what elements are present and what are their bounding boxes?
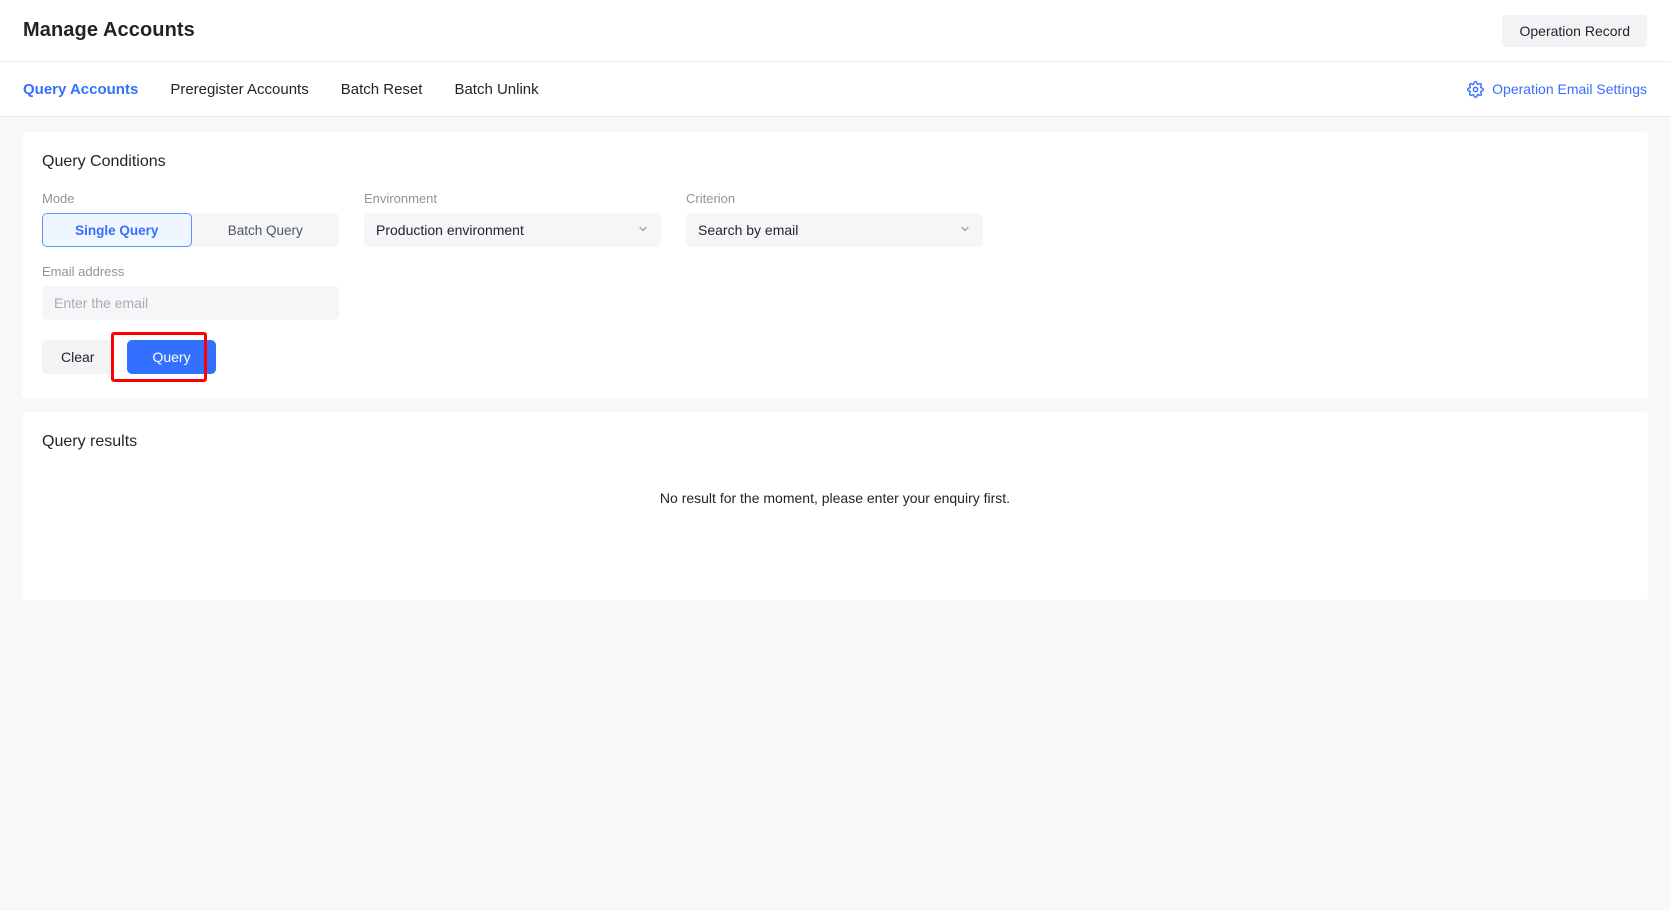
clear-button[interactable]: Clear (42, 340, 113, 374)
environment-select[interactable]: Production environment (364, 213, 661, 247)
environment-label: Environment (364, 192, 661, 205)
environment-field: Environment Production environment (364, 192, 661, 247)
tab-bar: Query Accounts Preregister Accounts Batc… (0, 62, 1670, 117)
email-address-input[interactable] (42, 286, 339, 320)
environment-selected-value: Production environment (376, 222, 524, 238)
page-body: Query Conditions Mode Single Query Batch… (0, 117, 1670, 600)
criterion-selected-value: Search by email (698, 222, 798, 238)
query-results-empty-message: No result for the moment, please enter y… (42, 490, 1628, 506)
tab-list: Query Accounts Preregister Accounts Batc… (23, 82, 555, 97)
criterion-label: Criterion (686, 192, 983, 205)
operation-email-settings-link[interactable]: Operation Email Settings (1467, 81, 1647, 98)
gear-icon (1467, 81, 1484, 98)
page-title: Manage Accounts (23, 19, 195, 42)
mode-segmented-control: Single Query Batch Query (42, 213, 339, 247)
mode-option-batch-query[interactable]: Batch Query (192, 213, 340, 247)
criterion-field: Criterion Search by email (686, 192, 983, 247)
tab-query-accounts[interactable]: Query Accounts (23, 82, 154, 97)
query-button[interactable]: Query (127, 340, 215, 374)
email-address-field: Email address (42, 265, 1628, 320)
mode-field: Mode Single Query Batch Query (42, 192, 339, 247)
mode-option-single-query[interactable]: Single Query (42, 213, 192, 247)
tab-preregister-accounts[interactable]: Preregister Accounts (154, 82, 324, 97)
query-conditions-card: Query Conditions Mode Single Query Batch… (22, 132, 1648, 398)
query-results-title: Query results (42, 434, 1628, 450)
chevron-down-icon (959, 222, 971, 238)
criterion-select[interactable]: Search by email (686, 213, 983, 247)
app-header: Manage Accounts Operation Record (0, 0, 1670, 62)
chevron-down-icon (637, 222, 649, 238)
mode-label: Mode (42, 192, 339, 205)
query-results-card: Query results No result for the moment, … (22, 412, 1648, 600)
operation-record-button[interactable]: Operation Record (1502, 15, 1647, 47)
query-actions: Clear Query (42, 340, 1628, 374)
tab-batch-unlink[interactable]: Batch Unlink (438, 82, 554, 97)
query-conditions-title: Query Conditions (42, 154, 1628, 170)
operation-email-settings-label: Operation Email Settings (1492, 81, 1647, 97)
tab-batch-reset[interactable]: Batch Reset (325, 82, 439, 97)
filters-row: Mode Single Query Batch Query Environmen… (42, 192, 1628, 247)
email-address-label: Email address (42, 265, 1628, 278)
